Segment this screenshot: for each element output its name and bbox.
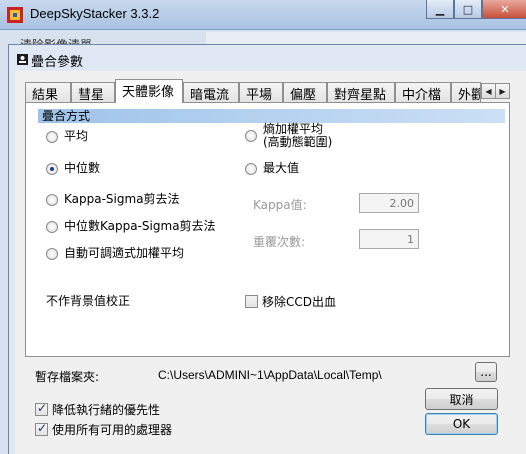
close-button[interactable]: ✕ — [482, 0, 526, 19]
kappa-label: Kappa值: — [253, 198, 307, 212]
reduce-priority-label: 降低執行緒的優先性 — [52, 403, 161, 417]
minimize-icon: ▁ — [435, 2, 445, 16]
radio-maximum-label: 最大值 — [263, 161, 300, 175]
use-all-processors-checkbox[interactable]: 使用所有可用的處理器 — [35, 421, 172, 438]
radio-kappa-sigma-label: Kappa-Sigma剪去法 — [64, 192, 180, 206]
maximize-icon: □ — [462, 2, 474, 16]
radio-average-indicator[interactable] — [46, 130, 58, 143]
browse-folder-button[interactable]: ... — [475, 362, 497, 382]
radio-entropy-weighted[interactable]: 熵加權平均 (高動態範圍) — [245, 123, 332, 149]
entropy-label-line2: (高動態範圍) — [263, 135, 333, 149]
tab-bias[interactable]: 偏壓 — [283, 82, 327, 102]
radio-entropy-weighted-indicator[interactable] — [245, 130, 257, 142]
arrow-left-icon: ◀ — [485, 86, 492, 96]
radio-auto-adaptive[interactable]: 自動可調適式加權平均 — [46, 247, 184, 260]
radio-median[interactable]: 中位數 — [46, 162, 100, 175]
radio-median-indicator[interactable] — [46, 162, 58, 175]
remove-ccd-bloom-checkbox[interactable]: 移除CCD出血 — [245, 293, 336, 310]
temp-folder-path: C:\Users\ADMINI~1\AppData\Local\Temp\ — [158, 368, 382, 382]
dialog-title: 疊合參數 — [31, 55, 84, 70]
tab-dark[interactable]: 暗電流 — [183, 82, 239, 102]
tab-comet[interactable]: 彗星 — [71, 82, 115, 102]
app-title-bar: DeepSkyStacker 3.3.2 ▁ □ ✕ — [0, 0, 526, 30]
reduce-priority-box[interactable] — [35, 401, 48, 416]
tab-alignment[interactable]: 對齊星點 — [327, 82, 395, 102]
close-icon: ✕ — [500, 2, 510, 16]
radio-entropy-weighted-label: 熵加權平均 (高動態範圍) — [263, 123, 332, 149]
app-logo-icon — [7, 7, 23, 23]
iterations-input[interactable]: 1 — [359, 229, 419, 249]
light-frames-panel: 疊合方式 平均 中位數 Kappa-Sigma剪去法 中位數Kappa-Sigm… — [25, 102, 510, 357]
settings-tabs: 結果 彗星 天體影像 暗電流 平場 偏壓 對齊星點 中介檔 外觀 ◀ ▶ — [25, 79, 510, 103]
radio-average[interactable]: 平均 — [46, 130, 88, 143]
radio-maximum[interactable]: 最大值 — [245, 162, 299, 175]
app-title: DeepSkyStacker 3.3.2 — [30, 6, 160, 21]
radio-average-label: 平均 — [64, 129, 89, 143]
entropy-label-line1: 熵加權平均 — [263, 122, 324, 136]
ok-button[interactable]: OK — [425, 413, 498, 435]
use-all-processors-box[interactable] — [35, 421, 48, 436]
stacking-settings-dialog: 疊合參數 結果 彗星 天體影像 暗電流 平場 偏壓 對齊星點 中介檔 外觀 ◀ … — [8, 44, 526, 454]
tab-scroll-left-button[interactable]: ◀ — [481, 83, 496, 99]
tab-appearance[interactable]: 外觀 — [451, 82, 481, 102]
cancel-button[interactable]: 取消 — [425, 388, 498, 410]
stacking-mode-header: 疊合方式 — [38, 109, 505, 123]
tab-scroll-right-button[interactable]: ▶ — [495, 83, 510, 99]
kappa-input[interactable]: 2.00 — [359, 193, 419, 213]
dialog-client-area: 結果 彗星 天體影像 暗電流 平場 偏壓 對齊星點 中介檔 外觀 ◀ ▶ 疊合方… — [15, 71, 526, 454]
radio-median-kappa-sigma-label: 中位數Kappa-Sigma剪去法 — [64, 219, 216, 233]
no-background-calibration-label[interactable]: 不作背景值校正 — [46, 292, 130, 309]
radio-kappa-sigma[interactable]: Kappa-Sigma剪去法 — [46, 193, 180, 206]
tab-results[interactable]: 結果 — [25, 82, 71, 102]
radio-kappa-sigma-indicator[interactable] — [46, 193, 58, 206]
minimize-button[interactable]: ▁ — [426, 0, 454, 19]
radio-auto-adaptive-label: 自動可調適式加權平均 — [64, 246, 185, 260]
maximize-button[interactable]: □ — [454, 0, 482, 19]
remove-ccd-bloom-box[interactable] — [245, 295, 258, 308]
temp-folder-label: 暫存檔案夾: — [35, 370, 100, 384]
arrow-right-icon: ▶ — [499, 86, 506, 96]
dialog-icon — [17, 54, 28, 65]
tab-light-frames[interactable]: 天體影像 — [115, 79, 183, 103]
radio-auto-adaptive-indicator[interactable] — [46, 247, 58, 260]
radio-median-kappa-sigma[interactable]: 中位數Kappa-Sigma剪去法 — [46, 220, 216, 233]
iterations-label: 重覆次數: — [253, 235, 306, 249]
tab-flat[interactable]: 平場 — [239, 82, 283, 102]
reduce-priority-checkbox[interactable]: 降低執行緒的優先性 — [35, 401, 160, 418]
use-all-processors-label: 使用所有可用的處理器 — [52, 423, 173, 437]
radio-median-label: 中位數 — [64, 161, 101, 175]
radio-maximum-indicator[interactable] — [245, 162, 257, 175]
tab-intermediate[interactable]: 中介檔 — [395, 82, 451, 102]
radio-median-kappa-sigma-indicator[interactable] — [46, 220, 58, 233]
remove-ccd-bloom-label: 移除CCD出血 — [262, 295, 336, 309]
